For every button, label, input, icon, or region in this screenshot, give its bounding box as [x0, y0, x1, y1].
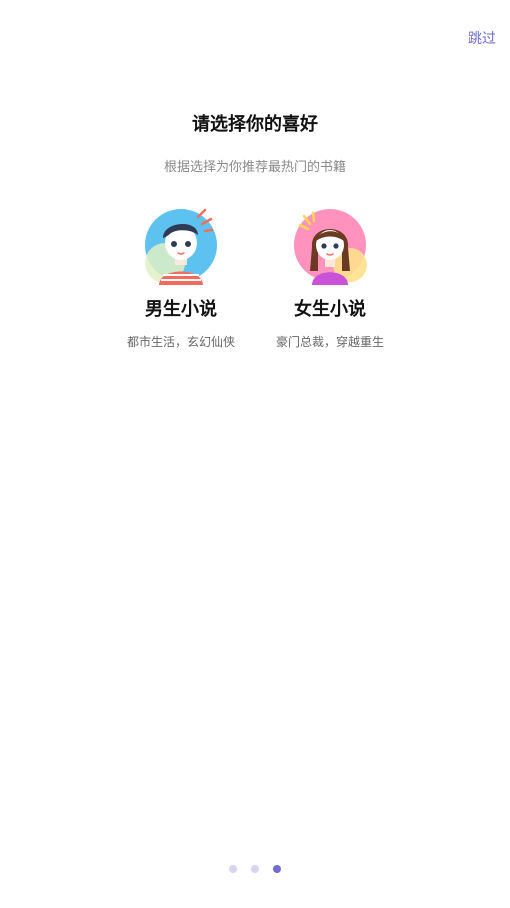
- skip-button[interactable]: 跳过: [468, 28, 496, 48]
- girl-avatar-icon: [294, 209, 367, 285]
- boy-avatar-icon: [145, 208, 217, 285]
- page-indicator: [0, 865, 510, 873]
- option-description: 豪门总裁，穿越重生: [275, 335, 384, 349]
- page-dot: [229, 865, 237, 873]
- page-dot-active: [273, 865, 281, 873]
- option-description: 都市生活，玄幻仙侠: [126, 335, 235, 349]
- page-subtitle: 根据选择为你推荐最热门的书籍: [163, 160, 346, 175]
- option-title: 男生小说: [145, 299, 217, 320]
- female-novel-option[interactable]: 女生小说 豪门总裁，穿越重生: [260, 205, 400, 350]
- page-title: 请选择你的喜好: [192, 114, 318, 135]
- male-novel-option[interactable]: 男生小说 都市生活，玄幻仙侠: [111, 205, 251, 350]
- option-title: 女生小说: [294, 299, 366, 320]
- page-dot: [251, 865, 259, 873]
